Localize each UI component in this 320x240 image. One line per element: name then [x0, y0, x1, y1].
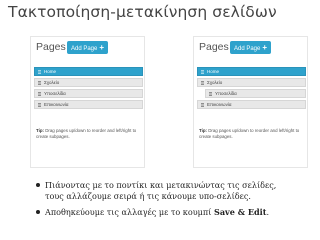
page-item-school[interactable]: Σχολείο: [197, 78, 306, 87]
pages-panel-before: Pages Add Page + Home Σχολείο Υποσελίδα Ε…: [30, 36, 145, 168]
drag-handle-icon[interactable]: [201, 102, 204, 107]
page-tree: Home Σχολείο Υποσελίδα Επικοινωνία: [197, 67, 306, 111]
page-item-label: Επικοινωνία: [44, 102, 69, 107]
bullet-dot-icon: [36, 210, 40, 214]
drag-handle-icon[interactable]: [38, 91, 41, 96]
tip-label: Tip:: [36, 128, 44, 133]
bullet-reorder: Πιάνοντας με το ποντίκι και μετακινώντας…: [36, 180, 318, 202]
bullet-line: Πιάνοντας με το ποντίκι και μετακινώντας…: [45, 180, 277, 190]
tip-text: Tip: Drag pages up/down to reorder and l…: [36, 128, 142, 140]
tip-label: Tip:: [199, 128, 207, 133]
bullet-line: τους αλλάζουμε σειρά ή τις κάνουμε υπο-σ…: [45, 191, 251, 201]
drag-handle-icon[interactable]: [201, 80, 204, 85]
drag-handle-icon[interactable]: [38, 80, 41, 85]
drag-handle-icon[interactable]: [201, 69, 204, 74]
page-item-label: Υποσελίδα: [215, 91, 237, 96]
page-item-label: Σχολείο: [44, 80, 60, 85]
panel-header: Pages Add Page +: [194, 37, 307, 59]
pages-panel-after: Pages Add Page + Home Σχολείο Υποσελίδα Ε…: [193, 36, 308, 168]
tip-body: Drag pages up/down to reorder and left/r…: [36, 128, 137, 139]
plus-icon: +: [99, 43, 105, 52]
page-item-school[interactable]: Σχολείο: [34, 78, 143, 87]
save-edit-label: Save & Edit: [213, 207, 267, 217]
tip-text: Tip: Drag pages up/down to reorder and l…: [199, 128, 305, 140]
bullet-save: Αποθηκεύουμε τις αλλαγές με το κουμπί Sa…: [36, 207, 318, 218]
plus-icon: +: [262, 43, 268, 52]
page-item-home[interactable]: Home: [197, 67, 306, 76]
bullet-text: Αποθηκεύουμε τις αλλαγές με το κουμπί: [45, 207, 212, 217]
panel-header: Pages Add Page +: [31, 37, 144, 59]
bullet-dot-icon: [36, 183, 40, 187]
page-item-label: Home: [207, 69, 220, 74]
page-item-label: Σχολείο: [207, 80, 223, 85]
bullet-line: Αποθηκεύουμε τις αλλαγές με το κουμπί Sa…: [45, 207, 318, 218]
drag-handle-icon[interactable]: [38, 102, 41, 107]
drag-handle-icon[interactable]: [38, 69, 41, 74]
bullet-list: Πιάνοντας με το ποντίκι και μετακινώντας…: [36, 180, 318, 223]
drag-handle-icon[interactable]: [209, 91, 212, 96]
page-item-subpage[interactable]: Υποσελίδα: [205, 89, 306, 98]
tip-body: Drag pages up/down to reorder and left/r…: [199, 128, 300, 139]
page-item-home[interactable]: Home: [34, 67, 143, 76]
add-page-label: Add Page: [234, 46, 261, 52]
bullet-end: .: [266, 207, 270, 217]
page-tree: Home Σχολείο Υποσελίδα Επικοινωνία: [34, 67, 143, 111]
page-item-contact[interactable]: Επικοινωνία: [34, 100, 143, 109]
page-item-label: Επικοινωνία: [207, 102, 232, 107]
add-page-button[interactable]: Add Page +: [230, 41, 272, 54]
pages-heading: Pages: [36, 41, 66, 53]
page-item-label: Home: [44, 69, 57, 74]
add-page-button[interactable]: Add Page +: [67, 41, 109, 54]
slide-title: Τακτοποίηση-μετακίνηση σελίδων: [8, 3, 277, 21]
page-item-contact[interactable]: Επικοινωνία: [197, 100, 306, 109]
page-item-subpage[interactable]: Υποσελίδα: [34, 89, 143, 98]
page-item-label: Υποσελίδα: [44, 91, 66, 96]
pages-heading: Pages: [199, 41, 229, 53]
add-page-label: Add Page: [71, 46, 98, 52]
